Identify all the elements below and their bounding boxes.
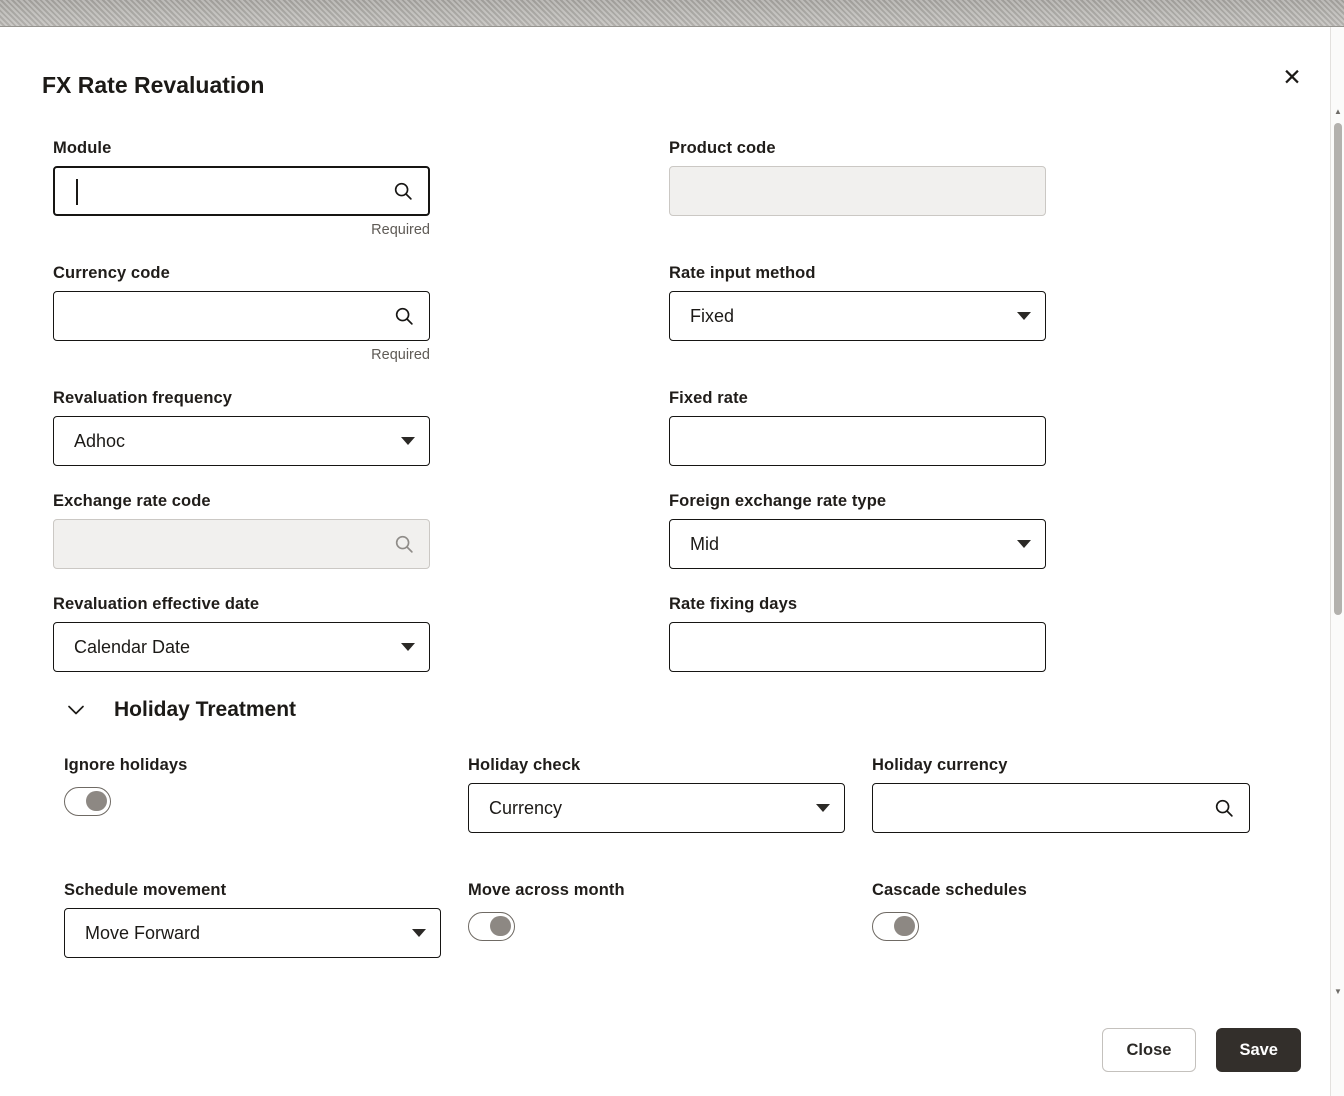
search-icon[interactable]	[392, 180, 414, 202]
close-icon[interactable]: ✕	[1274, 59, 1310, 95]
window-title-bar	[0, 0, 1344, 27]
scrollbar-thumb[interactable]	[1334, 123, 1342, 615]
holiday-treatment-grid: Ignore holidays Holiday check Currency H…	[64, 756, 1330, 958]
toggle-knob	[86, 791, 107, 811]
product-code-input-box	[669, 166, 1046, 216]
schedule-movement-label: Schedule movement	[64, 881, 441, 900]
fixed-rate-input[interactable]	[690, 417, 1031, 465]
revaluation-frequency-label: Revaluation frequency	[53, 389, 430, 408]
caret-down-icon	[401, 437, 415, 445]
rate-fixing-days-input[interactable]	[690, 623, 1031, 671]
schedule-movement-value: Move Forward	[85, 923, 200, 944]
search-icon[interactable]	[1213, 797, 1235, 819]
fixed-rate-input-box	[669, 416, 1046, 466]
ignore-holidays-toggle[interactable]	[64, 787, 111, 816]
cascade-schedules-toggle[interactable]	[872, 912, 919, 941]
rate-fixing-days-field: Rate fixing days	[669, 595, 1046, 672]
page-title: FX Rate Revaluation	[42, 72, 1330, 99]
holiday-currency-input-box	[872, 783, 1250, 833]
move-across-month-label: Move across month	[468, 881, 845, 900]
exchange-rate-code-field: Exchange rate code	[53, 492, 430, 569]
vertical-scrollbar[interactable]: ▲ ▼	[1330, 27, 1344, 1096]
rate-input-method-field: Rate input method Fixed	[669, 264, 1046, 341]
module-input-box	[53, 166, 430, 216]
revaluation-frequency-value: Adhoc	[74, 431, 125, 452]
currency-code-required-hint: Required	[53, 347, 430, 363]
holiday-check-label: Holiday check	[468, 756, 845, 775]
search-icon[interactable]	[393, 305, 415, 327]
ignore-holidays-field: Ignore holidays	[64, 756, 441, 816]
revaluation-effective-date-field: Revaluation effective date Calendar Date	[53, 595, 430, 672]
foreign-exchange-rate-type-select[interactable]: Mid	[669, 519, 1046, 569]
fixed-rate-field: Fixed rate	[669, 389, 1046, 466]
holiday-currency-field: Holiday currency	[872, 756, 1250, 833]
move-across-month-toggle[interactable]	[468, 912, 515, 941]
move-across-month-field: Move across month	[468, 881, 845, 941]
currency-code-input[interactable]	[74, 292, 383, 340]
fx-rate-revaluation-dialog: ✕ FX Rate Revaluation Module Required Pr…	[0, 27, 1330, 1096]
rate-fixing-days-label: Rate fixing days	[669, 595, 1046, 614]
revaluation-effective-date-value: Calendar Date	[74, 637, 190, 658]
schedule-movement-field: Schedule movement Move Forward	[64, 881, 441, 958]
holiday-currency-label: Holiday currency	[872, 756, 1250, 775]
scrollbar-down-icon[interactable]: ▼	[1331, 987, 1344, 997]
exchange-rate-code-input	[74, 520, 383, 568]
revaluation-frequency-field: Revaluation frequency Adhoc	[53, 389, 430, 466]
holiday-treatment-title: Holiday Treatment	[114, 698, 296, 722]
caret-down-icon	[412, 929, 426, 937]
chevron-down-icon	[64, 698, 88, 722]
fixed-rate-label: Fixed rate	[669, 389, 1046, 408]
rate-input-method-label: Rate input method	[669, 264, 1046, 283]
exchange-rate-code-label: Exchange rate code	[53, 492, 430, 511]
scrollbar-up-icon[interactable]: ▲	[1331, 107, 1344, 117]
holiday-treatment-section-toggle[interactable]: Holiday Treatment	[64, 698, 1330, 722]
cascade-schedules-label: Cascade schedules	[872, 881, 1250, 900]
revaluation-effective-date-select[interactable]: Calendar Date	[53, 622, 430, 672]
caret-down-icon	[1017, 540, 1031, 548]
text-caret	[76, 179, 78, 205]
module-field: Module Required	[53, 139, 430, 238]
module-required-hint: Required	[53, 222, 430, 238]
revaluation-effective-date-label: Revaluation effective date	[53, 595, 430, 614]
dialog-footer: Close Save	[1102, 1028, 1301, 1072]
rate-fixing-days-input-box	[669, 622, 1046, 672]
form-grid: Module Required Product code Currency co…	[53, 139, 1330, 672]
holiday-check-field: Holiday check Currency	[468, 756, 845, 833]
holiday-check-select[interactable]: Currency	[468, 783, 845, 833]
caret-down-icon	[816, 804, 830, 812]
exchange-rate-code-input-box	[53, 519, 430, 569]
product-code-input	[690, 167, 1031, 215]
foreign-exchange-rate-type-value: Mid	[690, 534, 719, 555]
schedule-movement-select[interactable]: Move Forward	[64, 908, 441, 958]
currency-code-label: Currency code	[53, 264, 430, 283]
toggle-knob	[894, 916, 915, 936]
product-code-label: Product code	[669, 139, 1046, 158]
holiday-currency-input[interactable]	[893, 784, 1203, 832]
rate-input-method-select[interactable]: Fixed	[669, 291, 1046, 341]
ignore-holidays-label: Ignore holidays	[64, 756, 441, 775]
close-button[interactable]: Close	[1102, 1028, 1197, 1072]
revaluation-frequency-select[interactable]: Adhoc	[53, 416, 430, 466]
cascade-schedules-field: Cascade schedules	[872, 881, 1250, 941]
currency-code-input-box	[53, 291, 430, 341]
product-code-field: Product code	[669, 139, 1046, 216]
module-input[interactable]	[75, 168, 382, 214]
caret-down-icon	[1017, 312, 1031, 320]
save-button[interactable]: Save	[1216, 1028, 1301, 1072]
module-label: Module	[53, 139, 430, 158]
caret-down-icon	[401, 643, 415, 651]
holiday-check-value: Currency	[489, 798, 562, 819]
rate-input-method-value: Fixed	[690, 306, 734, 327]
foreign-exchange-rate-type-field: Foreign exchange rate type Mid	[669, 492, 1046, 569]
currency-code-field: Currency code Required	[53, 264, 430, 363]
toggle-knob	[490, 916, 511, 936]
search-icon	[393, 533, 415, 555]
foreign-exchange-rate-type-label: Foreign exchange rate type	[669, 492, 1046, 511]
